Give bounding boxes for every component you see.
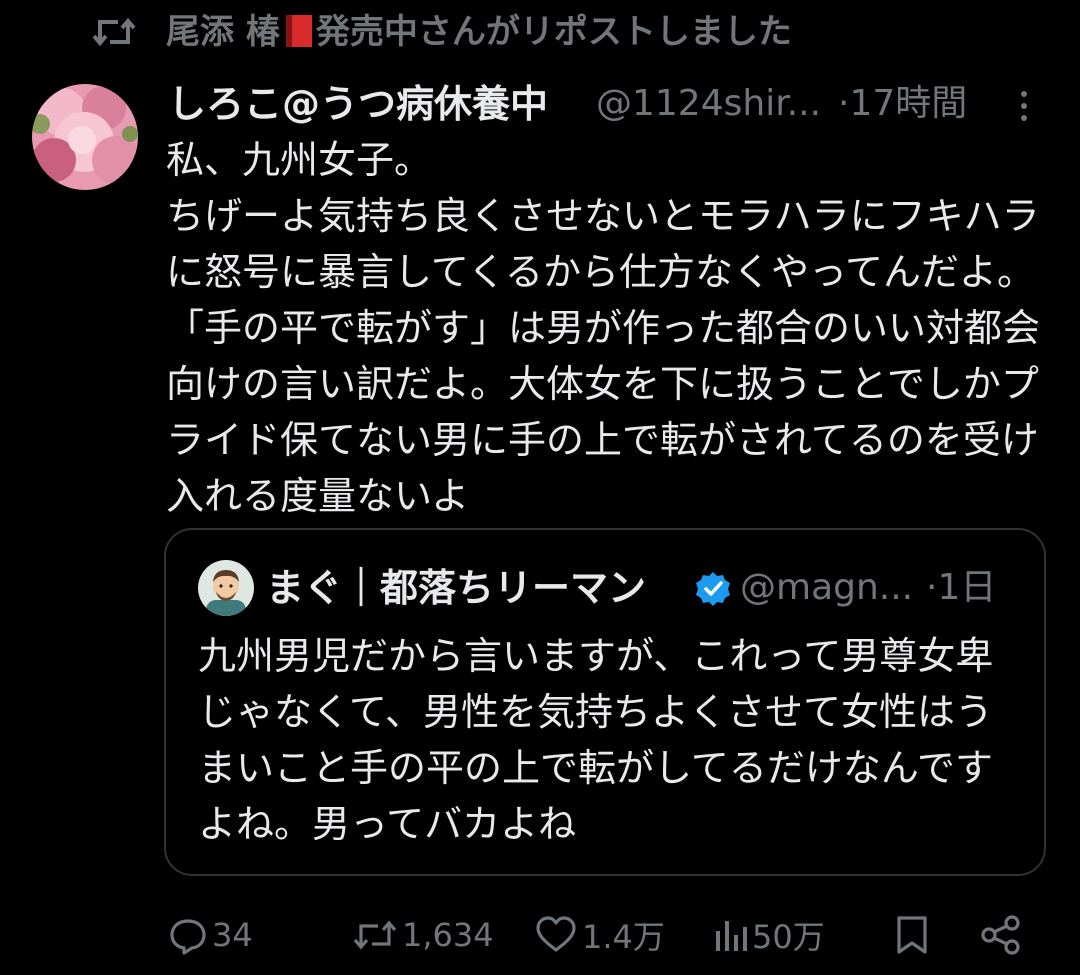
book-emoji-icon (285, 15, 312, 47)
reposter-name-prefix: 尾添 椿 (166, 12, 280, 52)
reply-count: 34 (212, 916, 253, 954)
reply-icon (170, 919, 206, 955)
tweet-header: しろこ@うつ病休養中 @1124shir... ·17時間 (168, 78, 1048, 130)
reposter-name-suffix: 発売中さんがリポストしました (315, 12, 792, 52)
tweet-text: 私、九州女子。 ちげーよ気持ち良くさせないとモラハラにフキハラに怒号に暴言してく… (166, 138, 1041, 518)
repost-context[interactable]: 尾添 椿発売中さんがリポストしました (0, 0, 1080, 66)
quoted-author-avatar (198, 560, 254, 616)
quoted-author-handle: @magn... (740, 567, 914, 608)
bookmark-icon (897, 916, 927, 954)
flower-avatar-image (32, 84, 138, 190)
repost-button[interactable]: 1,634 (352, 910, 494, 960)
tweet-timestamp[interactable]: ·17時間 (838, 78, 967, 130)
quoted-tweet-card[interactable]: まぐ｜都落ちリーマン @magn... ·1日 九州男児だから言いますが、これっ… (164, 528, 1046, 876)
author-avatar[interactable] (32, 84, 138, 190)
verified-badge-icon (696, 572, 730, 606)
views-chart-icon (716, 921, 747, 951)
heart-icon (536, 916, 576, 952)
view-count: 50万 (752, 918, 825, 956)
repost-count: 1,634 (402, 916, 494, 954)
cartoon-man-avatar-image (198, 560, 254, 616)
repost-action-icon (353, 920, 397, 950)
like-count: 1.4万 (582, 918, 665, 956)
views-button[interactable]: 50万 (714, 910, 825, 960)
more-options-icon[interactable] (1012, 88, 1036, 124)
reply-button[interactable]: 34 (168, 910, 253, 960)
author-handle[interactable]: @1124shir... (596, 78, 821, 130)
tweet-action-bar: 34 1,634 1.4万 50万 (0, 900, 1080, 970)
share-icon (981, 915, 1020, 955)
author-display-name[interactable]: しろこ@うつ病休養中 (168, 78, 548, 130)
quoted-tweet-timestamp: ·1日 (926, 567, 997, 608)
bookmark-button[interactable] (894, 910, 930, 960)
quoted-tweet-text: 九州男児だから言いますが、これって男尊女卑じゃなくて、男性を気持ちよくさせて女性… (198, 634, 994, 846)
repost-icon (92, 17, 136, 47)
like-button[interactable]: 1.4万 (534, 910, 665, 960)
share-button[interactable] (980, 910, 1022, 960)
quoted-author-display-name: まぐ｜都落ちリーマン (266, 566, 647, 610)
repost-label: 尾添 椿発売中さんがリポストしました (166, 10, 792, 54)
